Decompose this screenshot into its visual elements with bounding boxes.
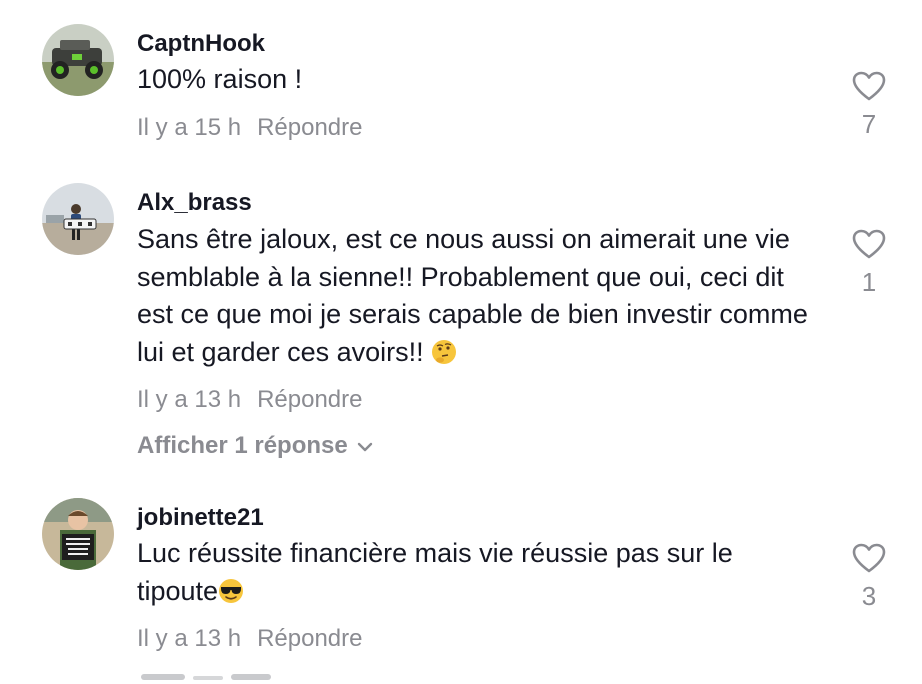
like-count: 3: [861, 581, 877, 611]
avatar[interactable]: [42, 498, 114, 570]
comment-timestamp: Il y a 15 h: [137, 114, 242, 141]
comment-username[interactable]: Alx_brass: [137, 189, 252, 217]
comment-meta: Il y a 13 h Répondre: [137, 386, 362, 414]
child-school-sign-photo-icon: [42, 498, 114, 570]
like-button[interactable]: 1: [846, 229, 892, 298]
comment-item: CaptnHook 100% raison ! Il y a 15 h Répon…: [0, 0, 922, 160]
heart-icon[interactable]: [852, 71, 886, 101]
chevron-down-icon: [357, 442, 372, 451]
like-count: 1: [861, 267, 877, 297]
comment-text-line: tipoute: [137, 573, 827, 611]
comment-text-body: Sans être jaloux, est ce nous aussi on a…: [137, 224, 808, 367]
like-count: 7: [861, 109, 877, 139]
like-button[interactable]: 3: [846, 543, 892, 612]
comment-username[interactable]: jobinette21: [137, 504, 264, 532]
reply-button[interactable]: Répondre: [257, 386, 362, 413]
comment-username[interactable]: CaptnHook: [137, 30, 265, 58]
cropped-text-fragment: [141, 674, 271, 680]
beach-person-photo-icon: [42, 183, 114, 255]
offroad-vehicle-photo-icon: [42, 24, 114, 96]
heart-icon[interactable]: [852, 229, 886, 259]
comment-text: Sans être jaloux, est ce nous aussi on a…: [137, 221, 827, 371]
thinking-face-emoji-icon: [432, 339, 457, 364]
comment-timestamp: Il y a 13 h: [137, 386, 242, 413]
avatar[interactable]: [42, 183, 114, 255]
reply-button[interactable]: Répondre: [257, 114, 362, 141]
avatar[interactable]: [42, 24, 114, 96]
view-replies-button[interactable]: Afficher 1 réponse: [137, 432, 374, 460]
comment-meta: Il y a 13 h Répondre: [137, 625, 362, 653]
heart-icon[interactable]: [852, 543, 886, 573]
comment-text-line: Luc réussite financière mais vie réussie…: [137, 538, 733, 568]
view-replies-label: Afficher 1 réponse: [137, 432, 348, 459]
reply-button[interactable]: Répondre: [257, 625, 362, 652]
comment-text: 100% raison !: [137, 64, 303, 94]
next-row-peek: [137, 664, 287, 684]
like-button[interactable]: 7: [846, 71, 892, 140]
sunglasses-face-emoji-icon: [219, 578, 244, 603]
comment-text: Luc réussite financière mais vie réussie…: [137, 535, 827, 610]
comment-meta: Il y a 15 h Répondre: [137, 114, 362, 142]
comment-text-body: tipoute: [137, 575, 219, 606]
comment-timestamp: Il y a 13 h: [137, 625, 242, 652]
